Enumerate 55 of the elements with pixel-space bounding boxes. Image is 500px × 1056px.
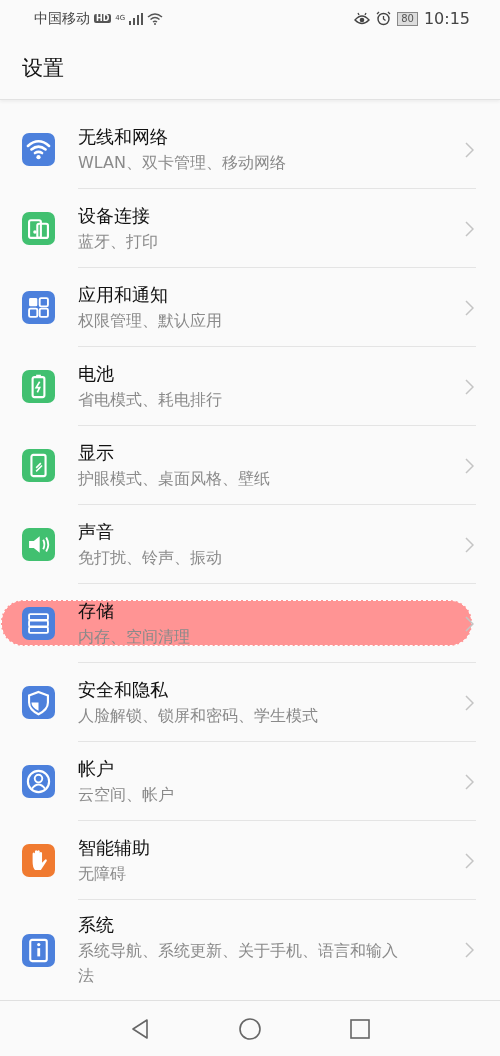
item-subtitle: 内存、空间清理 xyxy=(78,625,191,648)
item-title: 系统 xyxy=(78,913,115,938)
settings-item[interactable]: 存储 内存、空间清理 xyxy=(0,584,500,664)
chevron-icon xyxy=(465,615,474,632)
chevron-icon xyxy=(465,299,474,316)
settings-item[interactable]: 智能辅助 无障碍 xyxy=(0,821,500,901)
item-title: 智能辅助 xyxy=(78,835,151,860)
page-title: 设置 xyxy=(22,55,64,83)
chevron-icon xyxy=(465,378,474,395)
recents-icon[interactable] xyxy=(348,1016,372,1041)
settings-item[interactable]: 安全和隐私 人脸解锁、锁屏和密码、学生模式 xyxy=(0,663,500,743)
settings-item[interactable]: 帐户 云空间、帐户 xyxy=(0,742,500,822)
signal-icon xyxy=(129,12,144,25)
chevron-icon xyxy=(465,852,474,869)
chevron-icon xyxy=(465,536,474,553)
item-subtitle: 云空间、帐户 xyxy=(78,783,175,806)
hd-badge: HD xyxy=(94,14,112,23)
item-subtitle: 权限管理、默认应用 xyxy=(78,309,223,332)
item-subtitle: 无障碍 xyxy=(78,862,127,885)
settings-item[interactable]: 声音 免打扰、铃声、振动 xyxy=(0,505,500,585)
settings-item[interactable]: 设备连接 蓝牙、打印 xyxy=(0,189,500,269)
chevron-icon xyxy=(465,220,474,237)
alarm-icon xyxy=(376,11,392,26)
item-subtitle: 护眼模式、桌面风格、壁纸 xyxy=(78,467,271,490)
settings-item[interactable]: 显示 护眼模式、桌面风格、壁纸 xyxy=(0,426,500,506)
settings-item[interactable]: 系统 系统导航、系统更新、关于手机、语言和输入法 xyxy=(0,900,500,1001)
chevron-icon xyxy=(465,457,474,474)
settings-item[interactable]: 应用和通知 权限管理、默认应用 xyxy=(0,268,500,348)
item-subtitle: 免打扰、铃声、振动 xyxy=(78,546,223,569)
item-subtitle: 人脸解锁、锁屏和密码、学生模式 xyxy=(78,704,319,727)
item-title: 设备连接 xyxy=(78,203,151,228)
item-title: 帐户 xyxy=(78,756,115,781)
chevron-icon xyxy=(465,694,474,711)
item-title: 声音 xyxy=(78,519,115,544)
item-title: 应用和通知 xyxy=(78,282,169,307)
chevron-icon xyxy=(465,942,474,959)
wifi-icon xyxy=(147,12,164,25)
chevron-icon xyxy=(465,141,474,158)
item-subtitle: 蓝牙、打印 xyxy=(78,230,159,253)
battery-indicator: 80 xyxy=(397,11,418,26)
carrier-name: 中国移动 xyxy=(34,9,90,28)
clock-time: 10:15 xyxy=(423,9,470,28)
item-subtitle: 系统导航、系统更新、关于手机、语言和输入法 xyxy=(78,940,399,988)
item-title: 存储 xyxy=(78,598,115,623)
item-title: 显示 xyxy=(78,440,115,465)
eye-icon xyxy=(354,11,371,26)
settings-item[interactable]: 无线和网络 WLAN、双卡管理、移动网络 xyxy=(0,110,500,190)
chevron-icon xyxy=(465,773,474,790)
item-title: 安全和隐私 xyxy=(78,677,169,702)
home-icon[interactable] xyxy=(238,1016,262,1041)
item-subtitle: 省电模式、耗电排行 xyxy=(78,388,223,411)
item-title: 无线和网络 xyxy=(78,124,169,149)
settings-item[interactable]: 电池 省电模式、耗电排行 xyxy=(0,347,500,427)
item-subtitle: WLAN、双卡管理、移动网络 xyxy=(78,151,287,174)
item-title: 电池 xyxy=(78,361,115,386)
